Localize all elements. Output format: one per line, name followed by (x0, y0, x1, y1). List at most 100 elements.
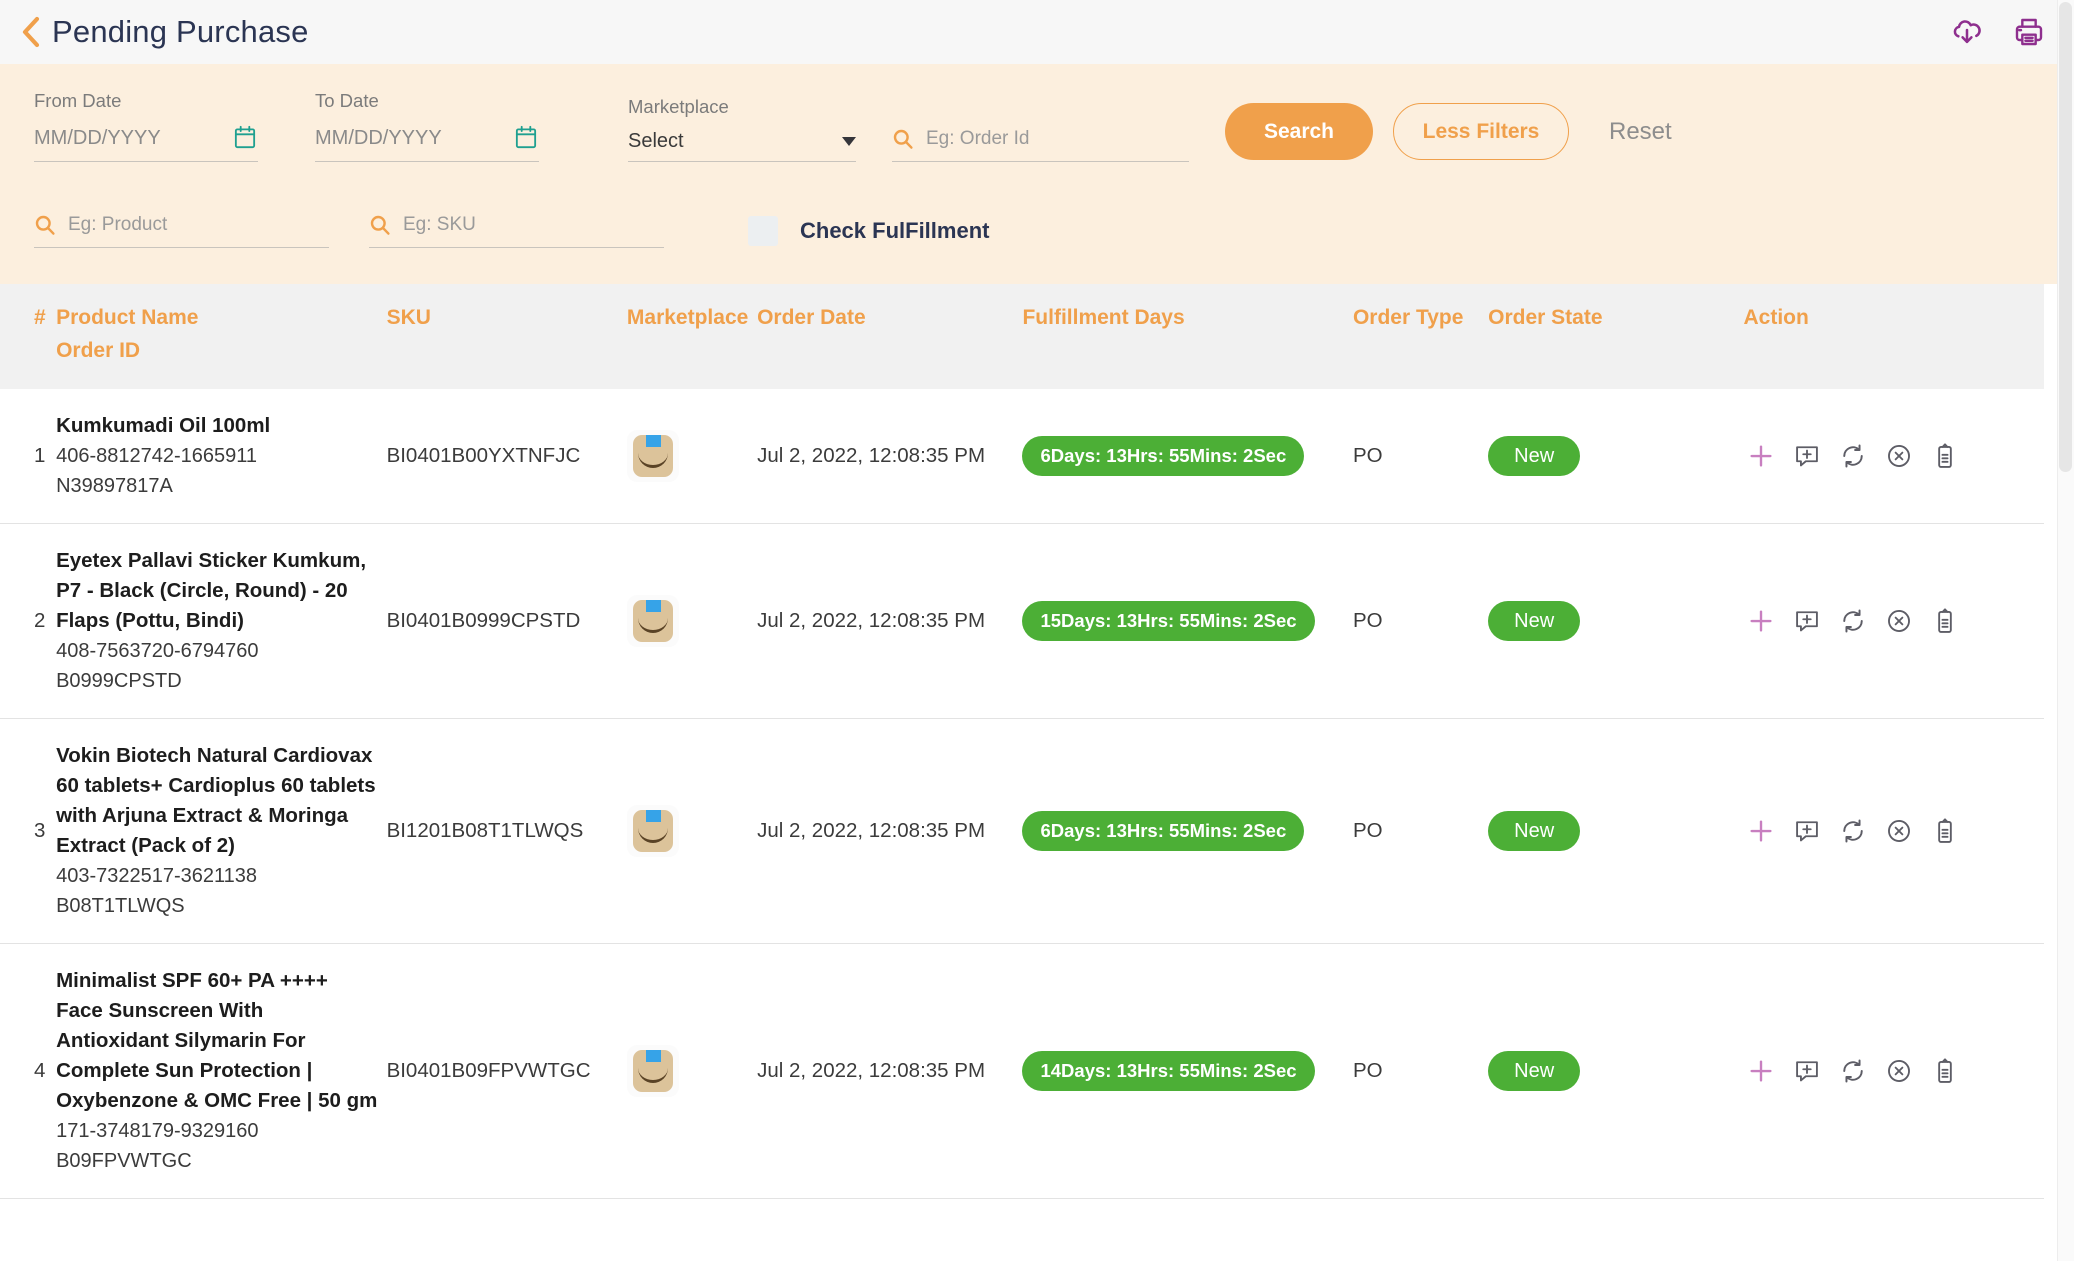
order-id-search-field[interactable]: Eg: Order Id (892, 128, 1189, 162)
order-id-input-line[interactable]: Eg: Order Id (892, 128, 1189, 162)
page-header: Pending Purchase (0, 0, 2074, 64)
to-date-field[interactable]: To Date MM/DD/YYYY (315, 90, 539, 162)
row-order-type-cell: PO (1352, 523, 1489, 719)
row-product-cell: Minimalist SPF 60+ PA ++++ Face Sunscree… (56, 943, 387, 1199)
print-button[interactable] (2012, 15, 2046, 49)
amazon-box-icon (632, 810, 673, 852)
order-id: 403-7322517-3621138 (56, 865, 258, 887)
back-button[interactable] (18, 15, 44, 49)
order-id-input[interactable]: Eg: Order Id (926, 128, 1030, 150)
row-order-type-cell: PO (1352, 389, 1489, 524)
action-refresh-button[interactable] (1836, 604, 1870, 638)
download-button[interactable] (1950, 15, 1984, 49)
col-product-name-label: Product Name (56, 306, 199, 329)
col-order-type: Order Type (1352, 284, 1489, 389)
row-index-cell: 4 (0, 943, 57, 1199)
row-sku-cell: BI0401B09FPVWTGC (386, 943, 627, 1199)
search-button[interactable]: Search (1225, 103, 1373, 160)
printer-icon (2013, 16, 2045, 48)
clipboard-icon (1931, 817, 1959, 845)
to-date-input[interactable]: MM/DD/YYYY (315, 127, 505, 150)
marketplace-select-field[interactable]: Marketplace Select (628, 96, 856, 162)
marketplace-label: Marketplace (628, 96, 729, 117)
refresh-icon (1839, 1057, 1867, 1085)
add-comment-icon (1793, 442, 1821, 470)
page-scrollbar-thumb[interactable] (2059, 2, 2072, 472)
action-plus-button[interactable] (1744, 604, 1778, 638)
product-name: Minimalist SPF 60+ PA ++++ Face Sunscree… (56, 969, 378, 1112)
product-search-field[interactable]: Eg: Product (34, 214, 329, 248)
row-index: 3 (34, 819, 46, 842)
box-tape (645, 810, 661, 822)
action-add-comment-button[interactable] (1790, 814, 1824, 848)
action-clipboard-button[interactable] (1928, 814, 1962, 848)
status-badge[interactable]: New (1488, 436, 1581, 476)
table-header: # Product Name Order ID SKU Marketplace … (0, 284, 2044, 389)
from-date-input-line[interactable]: MM/DD/YYYY (34, 124, 258, 162)
action-cancel-circle-button[interactable] (1882, 439, 1916, 473)
sku-search-field[interactable]: Eg: SKU (369, 214, 664, 248)
action-refresh-button[interactable] (1836, 814, 1870, 848)
plus-icon (1746, 816, 1776, 846)
row-actions (1744, 814, 2045, 848)
status-badge[interactable]: New (1488, 601, 1581, 641)
row-marketplace-cell (626, 943, 758, 1199)
orders-table-container: # Product Name Order ID SKU Marketplace … (0, 284, 2074, 1261)
row-marketplace-cell (626, 523, 758, 719)
chevron-left-icon (21, 16, 41, 48)
marketplace-select[interactable]: Select (628, 130, 856, 162)
less-filters-button[interactable]: Less Filters (1393, 103, 1569, 160)
action-add-comment-button[interactable] (1790, 1054, 1824, 1088)
cancel-circle-icon (1885, 817, 1913, 845)
action-add-comment-button[interactable] (1790, 439, 1824, 473)
action-cancel-circle-button[interactable] (1882, 604, 1916, 638)
action-cancel-circle-button[interactable] (1882, 814, 1916, 848)
product-name: Kumkumadi Oil 100ml (56, 414, 271, 437)
row-order-date-cell: Jul 2, 2022, 12:08:35 PM (757, 943, 1023, 1199)
to-date-input-line[interactable]: MM/DD/YYYY (315, 124, 539, 162)
col-sku: SKU (386, 284, 627, 389)
action-add-comment-button[interactable] (1790, 604, 1824, 638)
sku-input[interactable]: Eg: SKU (403, 214, 476, 236)
order-date: Jul 2, 2022, 12:08:35 PM (757, 1059, 986, 1082)
row-order-type-cell: PO (1352, 943, 1489, 1199)
from-date-input[interactable]: MM/DD/YYYY (34, 127, 224, 150)
action-refresh-button[interactable] (1836, 439, 1870, 473)
order-date: Jul 2, 2022, 12:08:35 PM (757, 444, 986, 467)
action-clipboard-button[interactable] (1928, 1054, 1962, 1088)
status-badge[interactable]: New (1488, 1051, 1581, 1091)
cancel-circle-icon (1885, 442, 1913, 470)
add-comment-icon (1793, 817, 1821, 845)
table-row: 1 Kumkumadi Oil 100ml 406-8812742-1665911 N… (0, 389, 2044, 524)
col-product-name: Product Name Order ID (56, 284, 387, 389)
clipboard-icon (1931, 607, 1959, 635)
check-fulfillment-checkbox[interactable] (748, 216, 778, 246)
action-plus-button[interactable] (1744, 814, 1778, 848)
row-order-state-cell: New (1488, 523, 1744, 719)
action-plus-button[interactable] (1744, 1054, 1778, 1088)
action-plus-button[interactable] (1744, 439, 1778, 473)
calendar-icon[interactable] (232, 124, 258, 152)
action-refresh-button[interactable] (1836, 1054, 1870, 1088)
amazon-box-icon (632, 600, 673, 642)
action-clipboard-button[interactable] (1928, 604, 1962, 638)
action-clipboard-button[interactable] (1928, 439, 1962, 473)
status-badge[interactable]: New (1488, 811, 1581, 851)
reset-button[interactable]: Reset (1603, 103, 1678, 160)
from-date-field[interactable]: From Date MM/DD/YYYY (34, 90, 258, 162)
row-marketplace-cell (626, 389, 758, 524)
check-fulfillment-toggle[interactable]: Check FulFillment (748, 216, 989, 246)
check-fulfillment-label: Check FulFillment (800, 218, 990, 243)
product-input[interactable]: Eg: Product (68, 214, 167, 236)
product-name: Eyetex Pallavi Sticker Kumkum, P7 - Blac… (56, 549, 367, 632)
product-input-line[interactable]: Eg: Product (34, 214, 329, 248)
table-row: 3 Vokin Biotech Natural Cardiovax 60 tabl… (0, 718, 2045, 944)
calendar-icon[interactable] (513, 124, 539, 152)
add-comment-icon (1793, 1057, 1821, 1085)
page-scrollbar[interactable] (2057, 0, 2074, 1261)
action-cancel-circle-button[interactable] (1882, 1054, 1916, 1088)
table-header-row: # Product Name Order ID SKU Marketplace … (0, 284, 2044, 389)
row-order-state-cell: New (1488, 943, 1744, 1199)
order-id: 408-7563720-6794760 (56, 640, 259, 662)
sku-input-line[interactable]: Eg: SKU (369, 214, 664, 248)
